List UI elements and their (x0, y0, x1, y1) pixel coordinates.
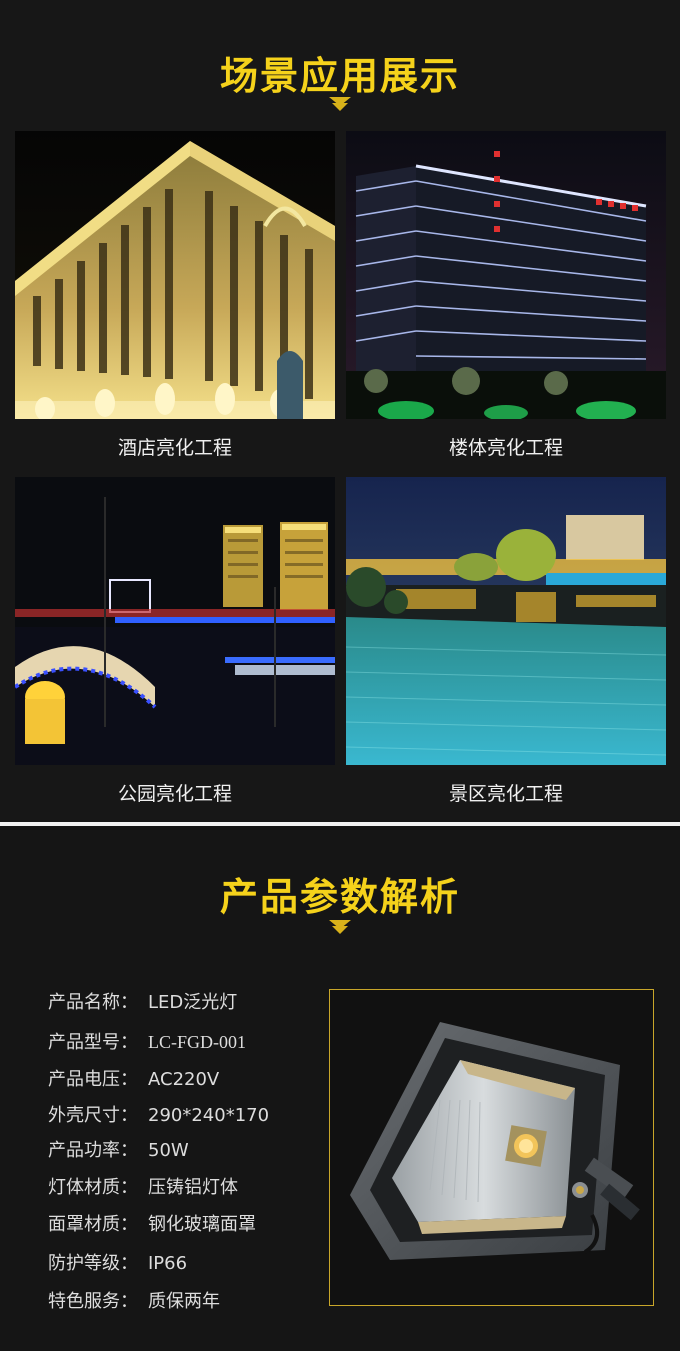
spec-value: IP66 (148, 1253, 188, 1274)
spec-value: 压铸铝灯体 (148, 1177, 238, 1198)
scenes-section: 场景应用展示 酒店亮化工程 楼体亮化工程 公园亮化工程 景区亮化工程 (0, 0, 680, 822)
scenic-lighting-label: 景区亮化工程 (448, 783, 563, 805)
spec-key: 产品电压： (48, 1069, 138, 1090)
spec-value: 钢化玻璃面罩 (148, 1214, 256, 1235)
chevron-down-icon (329, 920, 351, 934)
spec-key: 灯体材质： (48, 1177, 138, 1198)
spec-value: 290*240*170 (148, 1105, 270, 1126)
building-lighting-label: 楼体亮化工程 (448, 437, 563, 459)
chevron-down-icon (329, 97, 351, 111)
spec-row-body-material: 灯体材质： 压铸铝灯体 (48, 1173, 238, 1199)
spec-value: LED泛光灯 (148, 992, 238, 1013)
building-lighting-image (346, 131, 666, 419)
spec-row-cover-material: 面罩材质： 钢化玻璃面罩 (48, 1210, 256, 1236)
spec-row-voltage: 产品电压： AC220V (48, 1065, 219, 1091)
park-lighting-image (15, 477, 335, 765)
hotel-lighting-label: 酒店亮化工程 (117, 437, 232, 459)
scenic-lighting-image (346, 477, 666, 765)
section-divider (0, 822, 680, 826)
park-lighting-label: 公园亮化工程 (117, 783, 232, 805)
spec-row-power: 产品功率： 50W (48, 1136, 189, 1162)
spec-value: AC220V (148, 1069, 220, 1090)
spec-value: 50W (148, 1140, 189, 1161)
spec-key: 产品功率： (48, 1140, 138, 1161)
floodlight-product-image (350, 1022, 640, 1260)
spec-key: 特色服务： (48, 1291, 138, 1312)
spec-row-protection: 防护等级： IP66 (48, 1249, 187, 1275)
hotel-lighting-image (15, 131, 335, 419)
spec-value: 质保两年 (148, 1291, 220, 1312)
spec-value: LC-FGD-001 (148, 1032, 246, 1052)
spec-row-size: 外壳尺寸： 290*240*170 (48, 1101, 269, 1127)
spec-key: 外壳尺寸： (48, 1105, 138, 1126)
spec-row-model: 产品型号： LC-FGD-001 (48, 1028, 246, 1054)
spec-row-name: 产品名称： LED泛光灯 (48, 988, 237, 1014)
spec-key: 产品型号： (48, 1032, 138, 1053)
spec-row-service: 特色服务： 质保两年 (48, 1287, 220, 1313)
spec-key: 产品名称： (48, 992, 138, 1013)
spec-key: 面罩材质： (48, 1214, 138, 1235)
product-image-frame (329, 989, 654, 1306)
spec-key: 防护等级： (48, 1253, 138, 1274)
params-title: 产品参数解析 (219, 875, 460, 919)
scenes-title: 场景应用展示 (219, 54, 460, 98)
